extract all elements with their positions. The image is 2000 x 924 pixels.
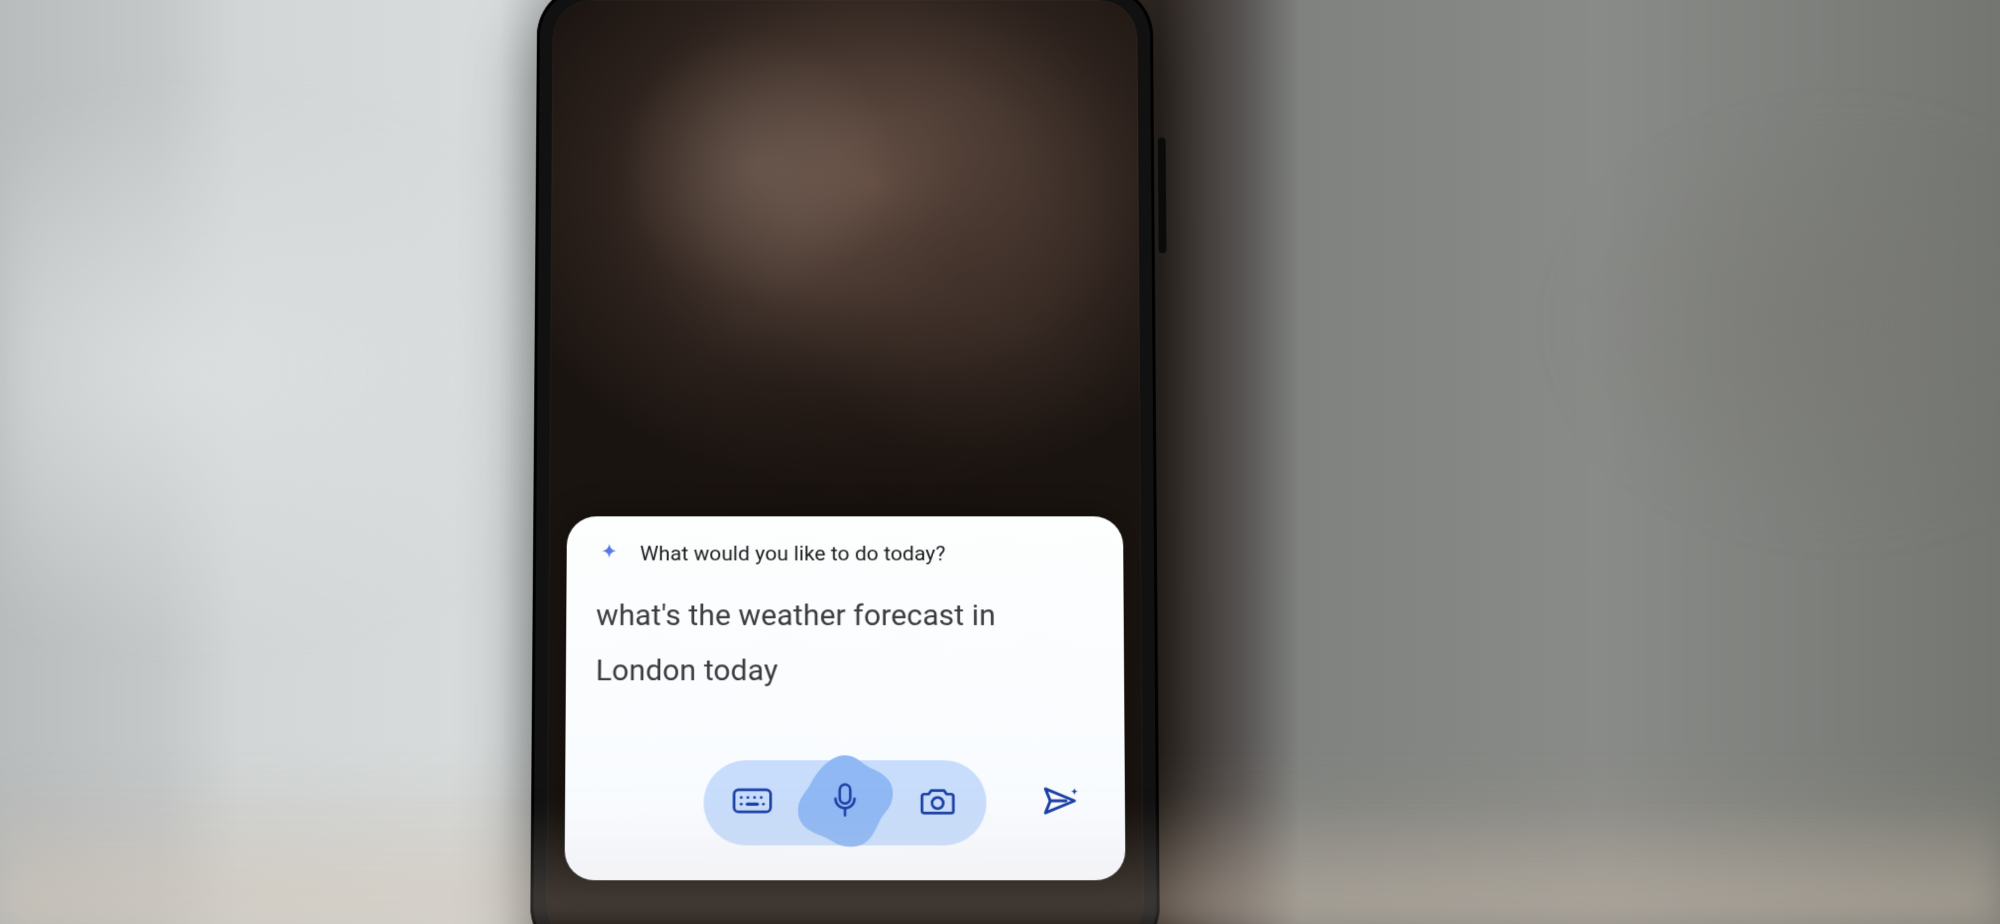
camera-icon bbox=[920, 785, 956, 821]
send-icon bbox=[1041, 784, 1081, 822]
assistant-header: What would you like to do today? bbox=[596, 542, 1093, 567]
keyboard-icon bbox=[732, 787, 772, 819]
keyboard-button[interactable] bbox=[719, 770, 785, 835]
input-mode-pill bbox=[703, 760, 986, 845]
phone-screen: What would you like to do today? what's … bbox=[546, 0, 1144, 924]
microphone-button[interactable] bbox=[793, 751, 897, 854]
assistant-action-row bbox=[595, 753, 1096, 852]
assistant-card: What would you like to do today? what's … bbox=[565, 516, 1126, 880]
send-button[interactable] bbox=[1033, 775, 1089, 831]
background-scene: What would you like to do today? what's … bbox=[0, 0, 2000, 924]
assistant-prompt: What would you like to do today? bbox=[640, 543, 946, 567]
microphone-icon bbox=[832, 783, 858, 823]
assistant-transcript: what's the weather forecast in London to… bbox=[596, 589, 1095, 698]
sparkle-icon bbox=[596, 542, 622, 567]
camera-button[interactable] bbox=[905, 770, 971, 835]
phone-frame: What would you like to do today? what's … bbox=[530, 0, 1160, 924]
